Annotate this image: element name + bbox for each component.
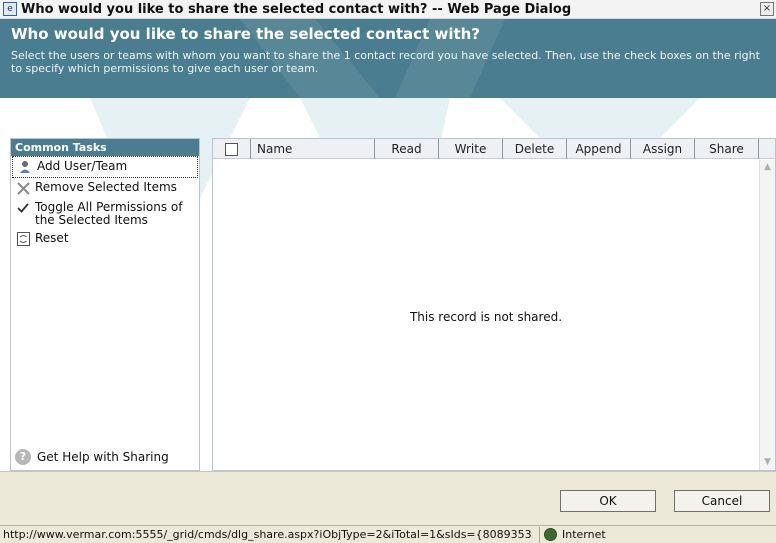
column-name[interactable]: Name — [251, 138, 375, 159]
user-icon — [17, 159, 33, 175]
grid-scrollbar[interactable]: ▲ ▼ — [759, 160, 775, 470]
scroll-down-icon[interactable]: ▼ — [760, 455, 775, 470]
dialog-description: Select the users or teams with whom you … — [11, 49, 760, 75]
common-tasks-title: Common Tasks — [11, 139, 199, 156]
globe-icon — [544, 528, 557, 541]
toggle-all-permissions-button[interactable]: Toggle All Permissions of the Selected I… — [11, 198, 199, 229]
reset-icon — [15, 231, 31, 247]
column-assign[interactable]: Assign — [631, 138, 695, 159]
help-icon: ? — [15, 449, 31, 465]
dialog-heading: Who would you like to share the selected… — [11, 25, 481, 43]
column-share[interactable]: Share — [695, 138, 759, 159]
cancel-button[interactable]: Cancel — [674, 490, 770, 512]
column-append[interactable]: Append — [567, 138, 631, 159]
scroll-up-icon[interactable]: ▲ — [760, 160, 775, 175]
status-bar: http://www.vermar.com:5555/_grid/cmds/dl… — [0, 525, 776, 543]
ie-page-icon: e — [3, 2, 17, 16]
add-user-team-button[interactable]: Add User/Team — [12, 156, 198, 178]
grid-body: This record is not shared. — [213, 160, 759, 470]
checkmark-icon — [15, 200, 31, 216]
get-help-label: Get Help with Sharing — [37, 450, 169, 464]
title-bar: e Who would you like to share the select… — [0, 0, 776, 19]
share-dialog-window: e Who would you like to share the select… — [0, 0, 776, 543]
column-delete[interactable]: Delete — [503, 138, 567, 159]
select-all-column — [213, 138, 251, 159]
reset-label: Reset — [35, 231, 69, 245]
security-zone: Internet — [540, 527, 606, 543]
empty-message: This record is not shared. — [409, 310, 563, 324]
remove-selected-items-label: Remove Selected Items — [35, 180, 177, 194]
remove-selected-items-button[interactable]: Remove Selected Items — [11, 178, 199, 198]
ok-button[interactable]: OK — [560, 490, 656, 512]
sharing-grid: Name Read Write Delete Append Assign Sha… — [212, 138, 776, 471]
get-help-link[interactable]: ? Get Help with Sharing — [15, 449, 169, 465]
column-read[interactable]: Read — [375, 138, 439, 159]
zone-label: Internet — [562, 527, 606, 541]
toggle-all-permissions-label: Toggle All Permissions of the Selected I… — [35, 200, 183, 227]
add-user-team-label: Add User/Team — [37, 159, 128, 173]
window-title: Who would you like to share the selected… — [21, 1, 572, 17]
remove-x-icon — [15, 180, 31, 196]
dialog-footer: OK Cancel — [0, 471, 776, 525]
common-tasks-pane: Common Tasks Add User/Team Remove Select… — [10, 138, 200, 471]
status-url: http://www.vermar.com:5555/_grid/cmds/dl… — [0, 526, 540, 543]
grid-header: Name Read Write Delete Append Assign Sha… — [213, 138, 775, 159]
select-all-checkbox[interactable] — [225, 142, 238, 156]
dialog-header: Who would you like to share the selected… — [0, 19, 776, 98]
column-write[interactable]: Write — [439, 138, 503, 159]
close-icon[interactable]: × — [760, 2, 774, 16]
reset-button[interactable]: Reset — [11, 229, 199, 249]
